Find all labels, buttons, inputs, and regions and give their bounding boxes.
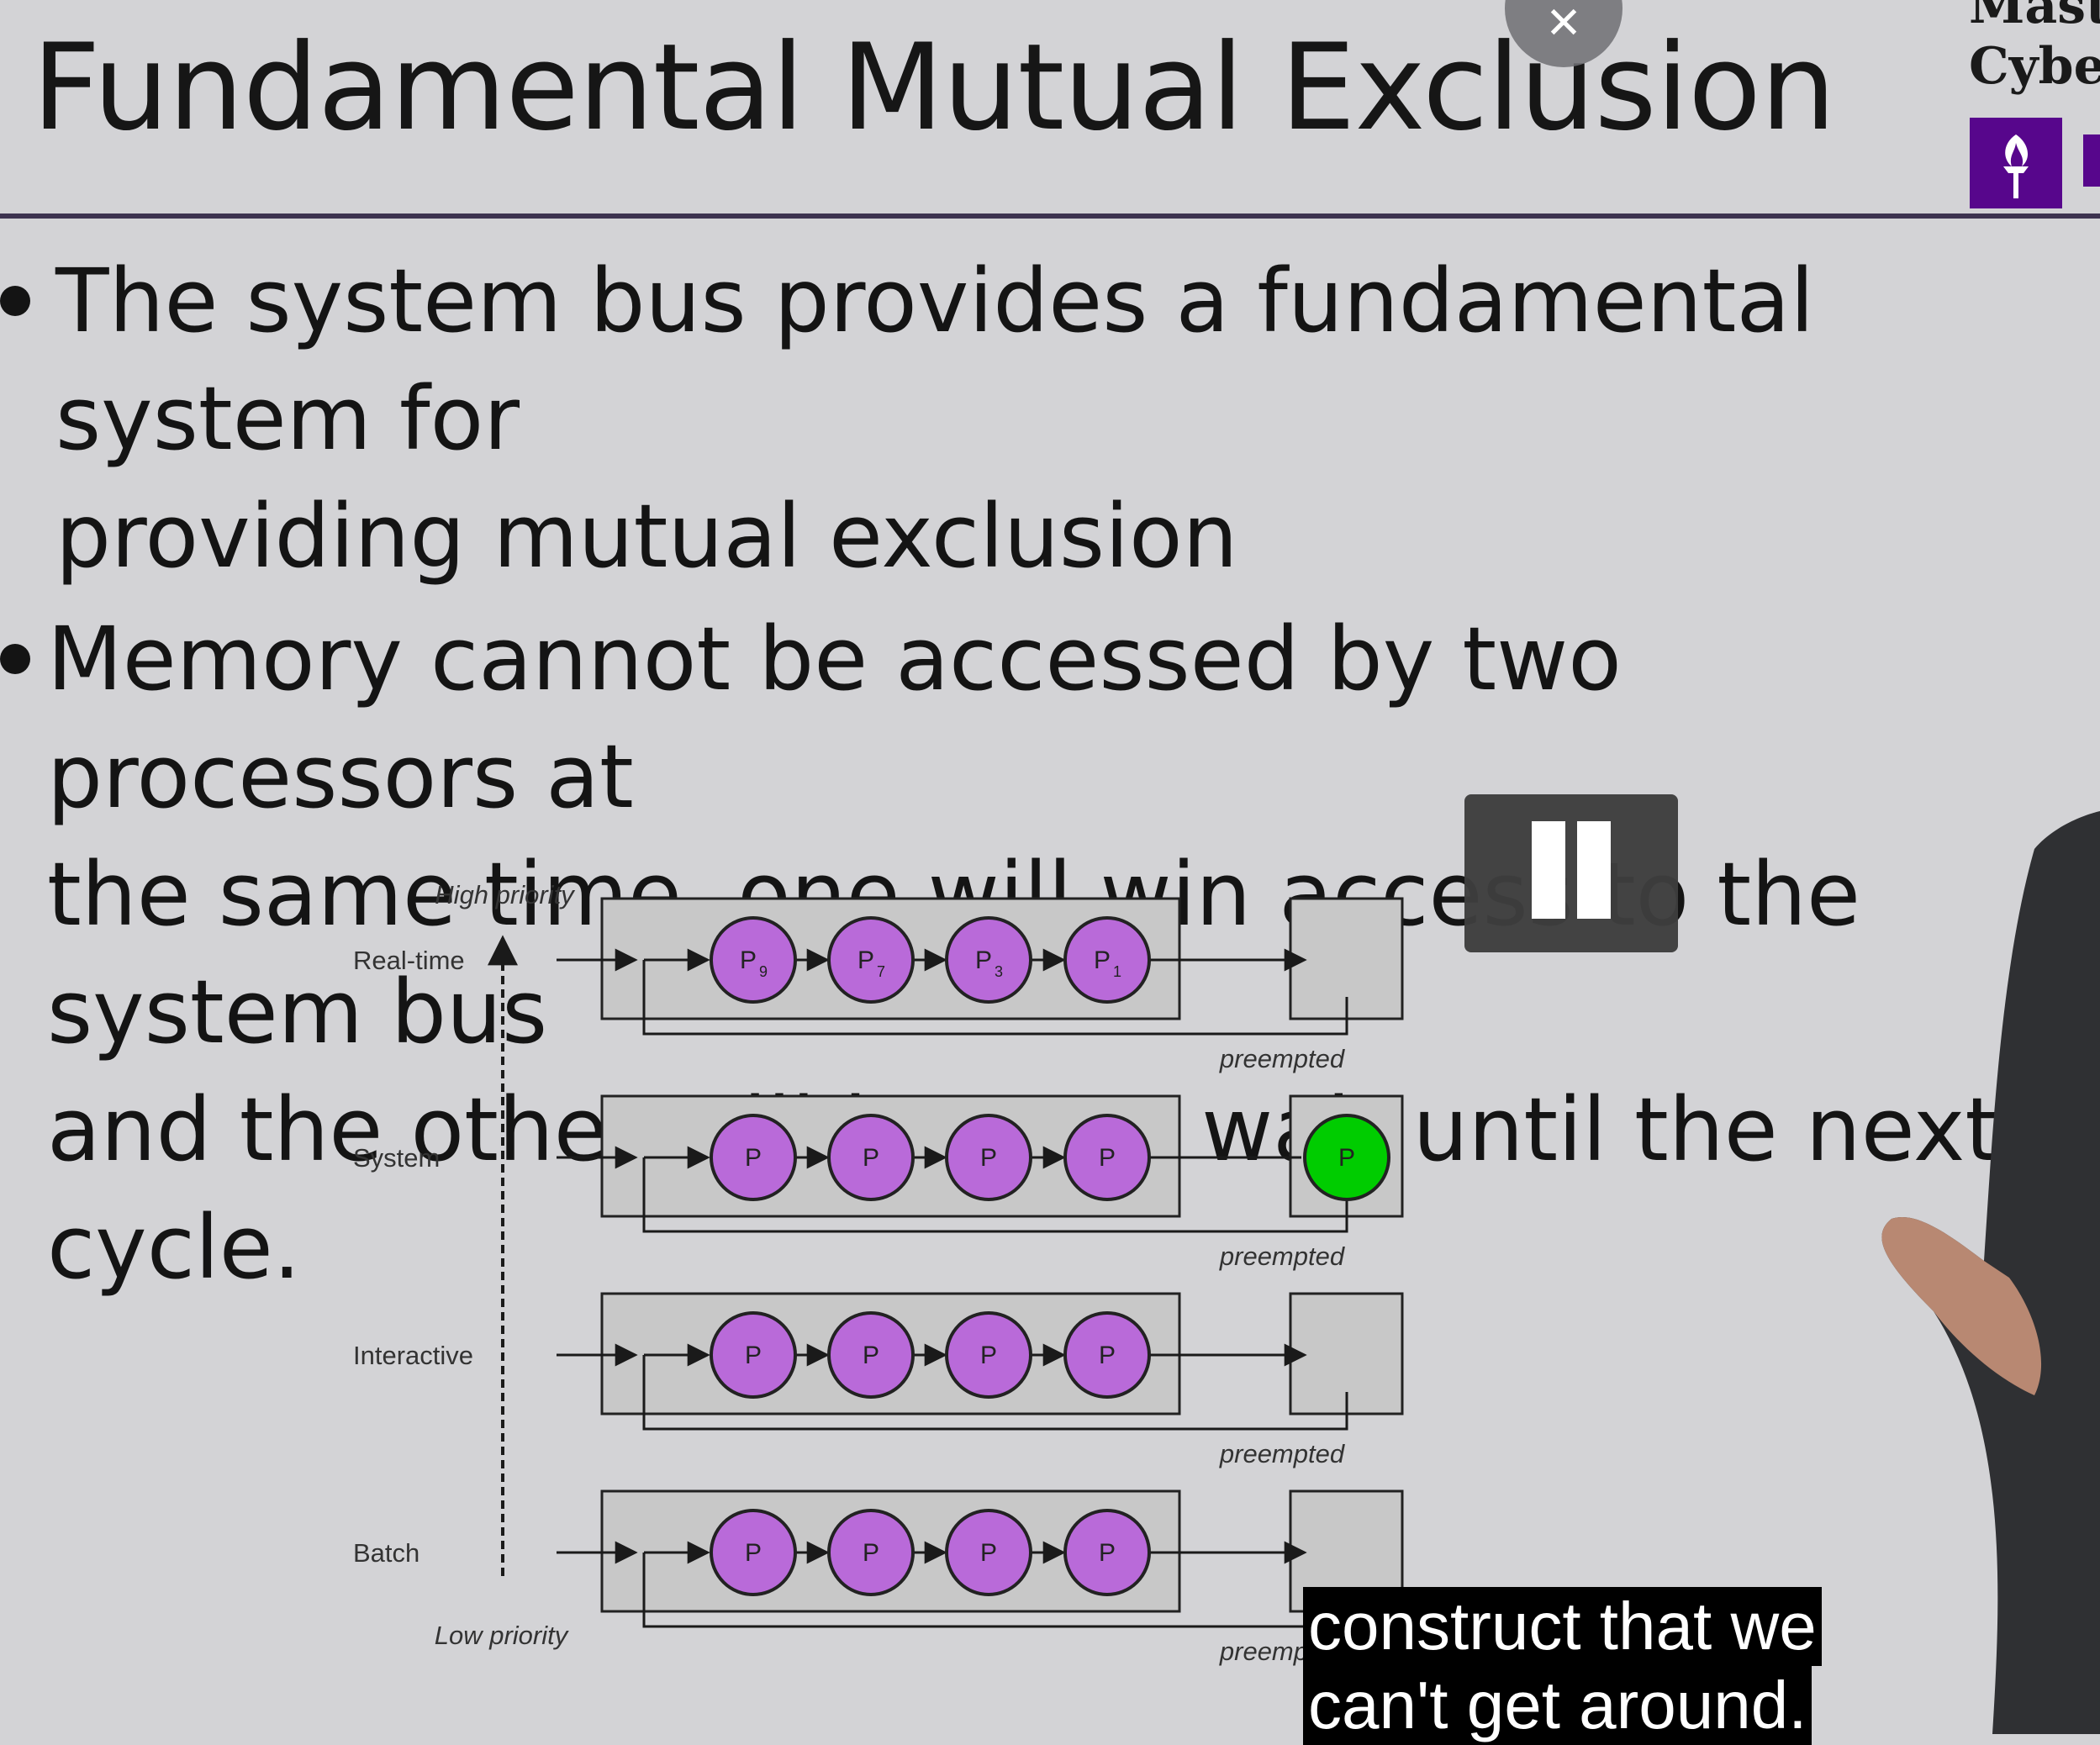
subtitle-caption: construct that we can't get around. — [1303, 1587, 1822, 1745]
subtitle-line: can't get around. — [1303, 1666, 1812, 1745]
presenter-image — [1881, 811, 2100, 1734]
subtitle-line: construct that we — [1303, 1587, 1822, 1666]
